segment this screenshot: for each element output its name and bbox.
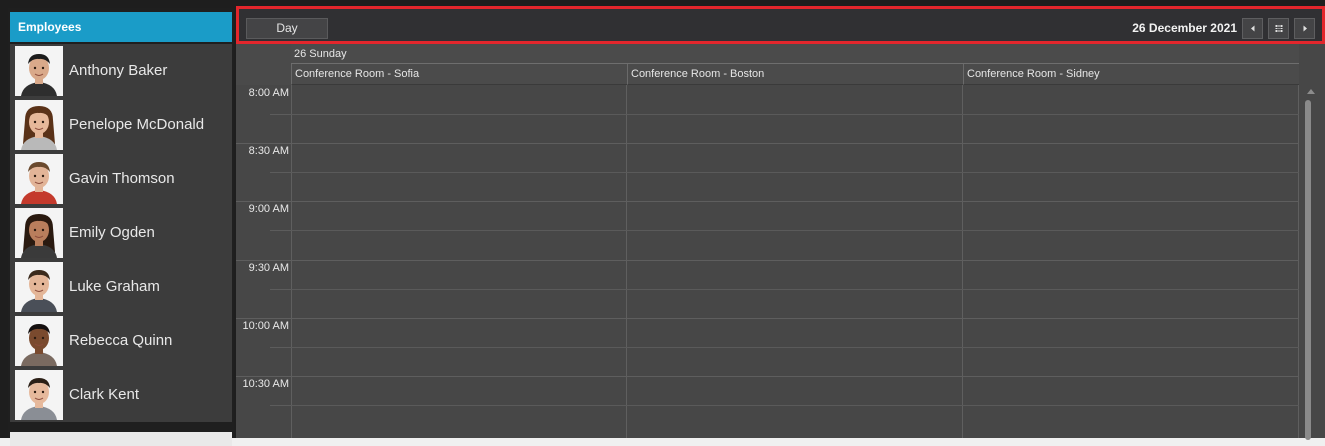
employee-item[interactable]: Clark Kent: [10, 368, 232, 422]
time-slot-label: 8:00 AM: [248, 87, 289, 99]
current-date-label: 26 December 2021: [1132, 21, 1237, 35]
slot-subdivider: [291, 230, 1299, 231]
slot-subdivider: [291, 405, 1299, 406]
employee-item[interactable]: Gavin Thomson: [10, 152, 232, 206]
time-major-tick: [236, 143, 291, 144]
rebecca-quinn-photo: [15, 316, 63, 366]
clark-kent-photo: [15, 370, 63, 420]
time-major-tick: [236, 376, 291, 377]
calendar-picker-button[interactable]: [1268, 18, 1289, 39]
time-major-tick: [236, 260, 291, 261]
day-view-button[interactable]: Day: [246, 18, 328, 39]
slot-subdivider: [291, 347, 1299, 348]
employee-avatar: [15, 370, 63, 420]
resource-header-sofia: Conference Room - Sofia: [291, 64, 627, 85]
employee-name: Rebecca Quinn: [69, 332, 173, 349]
day-header: 26 Sunday: [291, 44, 1299, 64]
employee-item[interactable]: Rebecca Quinn: [10, 314, 232, 368]
slot-divider: [291, 318, 1299, 319]
time-slot-cells[interactable]: [291, 85, 1299, 438]
employee-avatar: [15, 316, 63, 366]
header-scroll-spacer: [1299, 44, 1325, 85]
app-window: Employees Anthony Baker Penelope McDonal…: [0, 0, 1325, 446]
chevron-right-icon: [1303, 25, 1307, 32]
gavin-thomson-photo: [15, 154, 63, 204]
slot-subdivider: [291, 114, 1299, 115]
employee-name: Anthony Baker: [69, 62, 168, 79]
time-minor-tick: [270, 230, 291, 231]
vertical-scrollbar[interactable]: [1299, 85, 1325, 440]
time-minor-tick: [270, 405, 291, 406]
slot-divider: [291, 143, 1299, 144]
time-slot-label: 10:00 AM: [242, 320, 289, 332]
employee-name: Luke Graham: [69, 278, 160, 295]
employee-item[interactable]: Emily Ogden: [10, 206, 232, 260]
day-view-grid: 26 Sunday Conference Room - Sofia Confer…: [236, 44, 1325, 440]
time-slot-label: 10:30 AM: [242, 378, 289, 390]
employee-avatar: [15, 100, 63, 150]
time-minor-tick: [270, 114, 291, 115]
time-slot-label: 9:30 AM: [248, 262, 289, 274]
employee-avatar: [15, 46, 63, 96]
employee-name: Gavin Thomson: [69, 170, 175, 187]
scheduler-toolbar: Day 26 December 2021: [236, 6, 1325, 44]
employees-list: Anthony Baker Penelope McDonald Gavin Th…: [10, 44, 232, 422]
time-major-tick: [236, 201, 291, 202]
employee-avatar: [15, 208, 63, 258]
time-major-tick: [236, 318, 291, 319]
employee-avatar: [15, 262, 63, 312]
employee-avatar: [15, 154, 63, 204]
time-ruler: 8:00 AM 8:30 AM 9:00 AM 9:30 AM 10:00 AM 10:3…: [236, 85, 291, 438]
employee-name: Penelope McDonald: [69, 116, 205, 133]
time-minor-tick: [270, 289, 291, 290]
next-day-button[interactable]: [1294, 18, 1315, 39]
employee-name: Emily Ogden: [69, 224, 155, 241]
calendar-grid-icon: [1275, 25, 1282, 32]
column-divider: [962, 85, 963, 438]
luke-graham-photo: [15, 262, 63, 312]
resource-header-boston: Conference Room - Boston: [627, 64, 963, 85]
slot-divider: [291, 201, 1299, 202]
anthony-baker-photo: [15, 46, 63, 96]
time-minor-tick: [270, 347, 291, 348]
employees-panel: Employees Anthony Baker Penelope McDonal…: [8, 8, 234, 446]
time-slot-label: 8:30 AM: [248, 145, 289, 157]
resource-header-sidney: Conference Room - Sidney: [963, 64, 1299, 85]
scheduler: Day 26 December 2021 26 Sunday Conferenc…: [236, 6, 1325, 440]
employees-panel-title: Employees: [10, 12, 232, 42]
previous-day-button[interactable]: [1242, 18, 1263, 39]
chevron-left-icon: [1250, 25, 1254, 32]
time-slot-label: 9:00 AM: [248, 203, 289, 215]
column-divider: [291, 85, 292, 438]
column-divider: [626, 85, 627, 438]
slot-subdivider: [291, 172, 1299, 173]
employee-item[interactable]: Luke Graham: [10, 260, 232, 314]
slot-divider: [291, 260, 1299, 261]
employee-item[interactable]: Penelope McDonald: [10, 98, 232, 152]
scrollbar-thumb[interactable]: [1305, 100, 1311, 440]
penelope-mcdonald-photo: [15, 100, 63, 150]
employees-panel-footer: [10, 432, 232, 446]
slot-subdivider: [291, 289, 1299, 290]
scroll-up-arrow-icon[interactable]: [1307, 89, 1315, 94]
employee-item[interactable]: Anthony Baker: [10, 44, 232, 98]
emily-ogden-photo: [15, 208, 63, 258]
time-minor-tick: [270, 172, 291, 173]
slot-divider: [291, 376, 1299, 377]
grid-corner: [236, 44, 292, 85]
employee-name: Clark Kent: [69, 386, 140, 403]
